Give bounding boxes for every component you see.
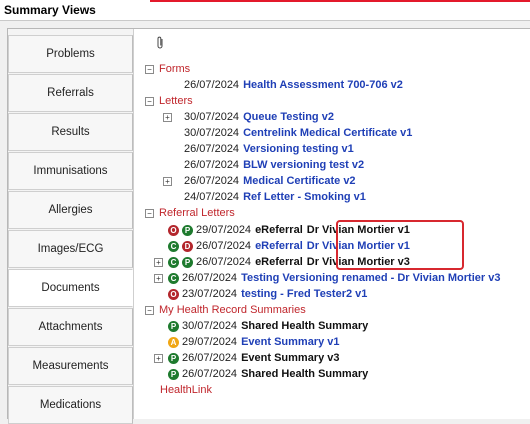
collapse-icon[interactable]: − bbox=[145, 65, 154, 74]
collapse-icon[interactable]: − bbox=[145, 306, 154, 315]
collapse-icon[interactable]: − bbox=[145, 209, 154, 218]
sidebar-item-problems[interactable]: Problems bbox=[8, 35, 133, 73]
status-d-icon: D bbox=[182, 241, 193, 252]
tree-item[interactable]: 24/07/2024 Ref Letter - Smoking v1 bbox=[184, 191, 366, 204]
sidebar-item-measurements[interactable]: Measurements bbox=[8, 347, 133, 385]
tree-item[interactable]: + P 26/07/2024 Event Summary v3 bbox=[154, 352, 340, 365]
tree-item[interactable]: 26/07/2024 BLW versioning test v2 bbox=[184, 159, 364, 172]
sidebar-item-attachments[interactable]: Attachments bbox=[8, 308, 133, 346]
expand-icon[interactable]: + bbox=[154, 258, 163, 267]
sidebar-item-documents[interactable]: Documents bbox=[8, 269, 133, 307]
status-c-icon: C bbox=[168, 273, 179, 284]
tree-item[interactable]: 30/07/2024 Centrelink Medical Certificat… bbox=[184, 127, 412, 140]
title-accent-line bbox=[150, 0, 530, 2]
status-p-icon: P bbox=[168, 353, 179, 364]
sidebar-item-medications[interactable]: Medications bbox=[8, 386, 133, 424]
status-open-icon: O bbox=[168, 289, 179, 300]
sidebar-item-results[interactable]: Results bbox=[8, 113, 133, 151]
tree-item[interactable]: P 30/07/2024 Shared Health Summary bbox=[168, 320, 368, 333]
tree-group-healthlink[interactable]: HealthLink bbox=[160, 384, 212, 397]
sidebar-item-images-ecg[interactable]: Images/ECG bbox=[8, 230, 133, 268]
tree-item[interactable]: P 26/07/2024 Shared Health Summary bbox=[168, 368, 368, 381]
tree-item[interactable]: 26/07/2024 Versioning testing v1 bbox=[184, 143, 354, 156]
status-c-icon: C bbox=[168, 241, 179, 252]
documents-tree: − Forms 26/07/2024 Health Assessment 700… bbox=[134, 29, 530, 419]
tree-item[interactable]: + C 26/07/2024 Testing Versioning rename… bbox=[154, 272, 500, 285]
sidebar: Problems Referrals Results Immunisations… bbox=[8, 29, 133, 424]
tree-group-letters[interactable]: − Letters bbox=[145, 95, 193, 108]
status-p-icon: P bbox=[182, 257, 193, 268]
expand-icon[interactable]: + bbox=[163, 177, 172, 186]
highlight-box bbox=[336, 220, 464, 270]
expand-icon[interactable]: + bbox=[163, 113, 172, 122]
tree-item[interactable]: + 30/07/2024 Queue Testing v2 bbox=[163, 111, 334, 124]
status-p-icon: P bbox=[168, 369, 179, 380]
paperclip-icon[interactable] bbox=[156, 36, 165, 53]
tree-group-referral-letters[interactable]: − Referral Letters bbox=[145, 207, 235, 220]
sidebar-item-immunisations[interactable]: Immunisations bbox=[8, 152, 133, 190]
tree-group-forms[interactable]: − Forms bbox=[145, 63, 190, 76]
window-title: Summary Views bbox=[0, 0, 530, 21]
expand-icon[interactable]: + bbox=[154, 274, 163, 283]
status-c-icon: C bbox=[168, 257, 179, 268]
expand-icon[interactable]: + bbox=[154, 354, 163, 363]
tree-group-mhr[interactable]: − My Health Record Summaries bbox=[145, 304, 306, 317]
sidebar-item-referrals[interactable]: Referrals bbox=[8, 74, 133, 112]
tree-item[interactable]: A 29/07/2024 Event Summary v1 bbox=[168, 336, 340, 349]
tree-item[interactable]: + 26/07/2024 Medical Certificate v2 bbox=[163, 175, 356, 188]
status-open-icon: O bbox=[168, 225, 179, 236]
status-p-icon: P bbox=[182, 225, 193, 236]
tree-item[interactable]: 26/07/2024 Health Assessment 700-706 v2 bbox=[184, 79, 403, 92]
status-a-icon: A bbox=[168, 337, 179, 348]
status-p-icon: P bbox=[168, 321, 179, 332]
tree-item[interactable]: O 23/07/2024 testing - Fred Tester2 v1 bbox=[168, 288, 367, 301]
sidebar-item-allergies[interactable]: Allergies bbox=[8, 191, 133, 229]
collapse-icon[interactable]: − bbox=[145, 97, 154, 106]
